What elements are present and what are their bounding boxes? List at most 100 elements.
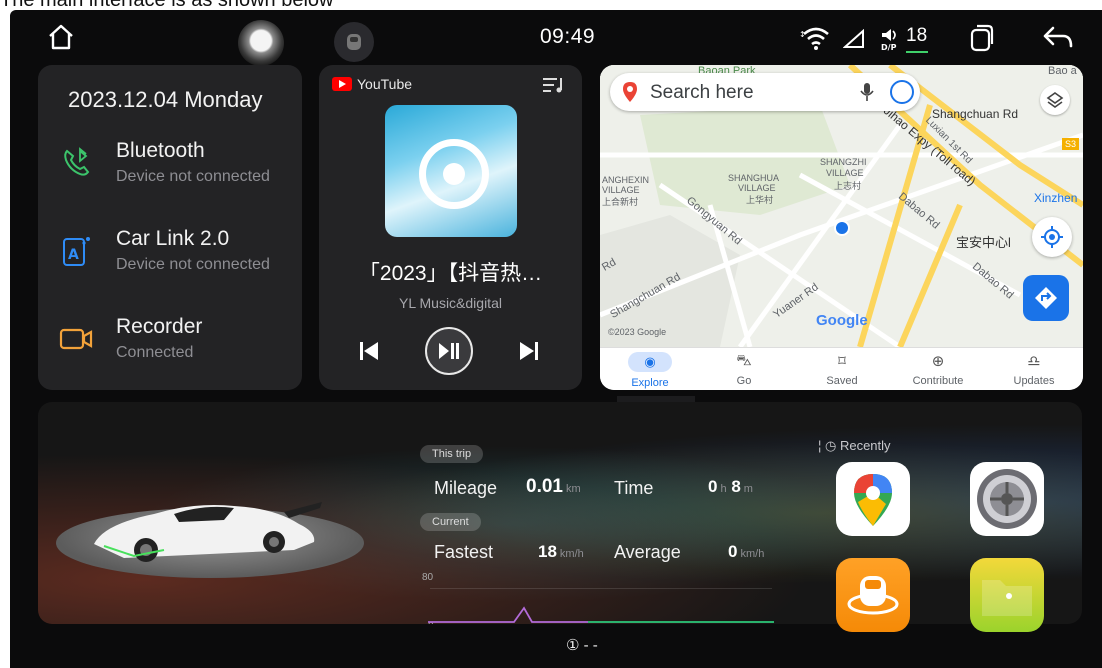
car-model-icon[interactable] (84, 484, 324, 564)
map-label-shanghua2: VILLAGE (738, 183, 776, 193)
car-app-icon[interactable] (836, 558, 910, 632)
carlink-row[interactable]: A Car Link 2.0 Device not connected (58, 227, 298, 287)
settings-app-icon[interactable] (970, 462, 1044, 536)
current-chip: Current (420, 513, 481, 531)
signal-icon (842, 28, 866, 50)
map-label-corner: Bao a (1048, 65, 1077, 77)
tab-contribute-label: Contribute (912, 375, 964, 387)
tab-explore[interactable]: ◉ Explore (610, 352, 690, 389)
map-label-shanghua: SHANGHUA (728, 173, 780, 183)
album-cover[interactable] (385, 105, 517, 237)
map-label-baoan-center: 宝安中心l (956, 235, 1011, 250)
tab-explore-label: Explore (631, 377, 669, 389)
map-view[interactable]: Baoan Park Bao a Shangchuan Rd Jihao Exp… (600, 65, 1083, 347)
maps-app-icon[interactable] (836, 462, 910, 536)
previous-track-button[interactable] (355, 333, 383, 369)
recent-apps-icon[interactable] (968, 23, 996, 53)
play-pause-button[interactable] (425, 327, 473, 375)
layers-button[interactable] (1040, 85, 1070, 115)
tab-saved[interactable]: ⌑ Saved (802, 352, 882, 387)
saved-icon: ⌑ (838, 353, 846, 370)
fastest-label: Fastest (434, 542, 494, 562)
svg-text:↕: ↕ (799, 30, 806, 39)
recorder-title: Recorder (116, 315, 203, 338)
map-label-s3: S3 (1062, 138, 1080, 150)
song-title: 「2023」【抖音热… (358, 262, 543, 285)
youtube-logo-icon (332, 77, 352, 91)
recently-title: ¦ ◷ Recently (818, 438, 891, 453)
map-label-shangzhi3: 上志村 (834, 181, 862, 191)
map-label-shanghua3: 上华村 (746, 195, 774, 205)
connectivity-card: 2023.12.04 Monday Bluetooth Device not c… (38, 65, 302, 390)
volume-sublabel: D/P (881, 43, 897, 51)
caption-text: The main interface is as shown below (0, 0, 334, 11)
map-label-shangzhi2: VILLAGE (826, 168, 864, 178)
page-indicator[interactable]: ① - - (566, 636, 598, 654)
speed-chart-max: 80 (422, 572, 434, 583)
map-label-xinzhen: Xinzhen (1034, 191, 1078, 205)
my-location-icon (1041, 226, 1063, 248)
map-bottom-tabs: ◉ Explore ⛍ Go ⌑ Saved ⊕ Contribute ♎ Up… (600, 347, 1083, 390)
carlink-icon: A (58, 233, 94, 269)
map-label-anghexin: ANGHEXIN (602, 175, 650, 185)
layers-icon (1046, 92, 1064, 108)
map-label-shangzhi: SHANGZHI (820, 157, 867, 167)
bluetooth-title: Bluetooth (116, 139, 205, 162)
go-icon: ⛍ (736, 352, 752, 369)
play-pause-icon (439, 343, 459, 359)
back-icon[interactable] (1040, 22, 1076, 54)
map-label-road1: Shangchuan Rd (932, 107, 1019, 121)
this-trip-chip: This trip (420, 445, 484, 463)
tab-saved-label: Saved (826, 375, 858, 387)
car-mini-icon[interactable] (334, 22, 374, 62)
dashboard-bottom: This trip Mileage 0.01 km Time 0h 8m Curr… (38, 402, 1082, 624)
files-app-icon[interactable] (970, 558, 1044, 632)
head-unit-screen: 09:49 ↕ D/P 18 2023.12.04 Monday Bluetoo… (10, 10, 1102, 668)
assistant-orb-icon[interactable] (238, 20, 284, 66)
my-location-button[interactable] (1032, 217, 1072, 257)
playlist-icon[interactable] (541, 75, 565, 95)
tab-updates[interactable]: ♎ Updates (994, 352, 1074, 387)
tab-go-label: Go (736, 375, 752, 387)
directions-button[interactable] (1023, 275, 1069, 321)
carlink-title: Car Link 2.0 (116, 227, 230, 250)
tab-go[interactable]: ⛍ Go (704, 352, 784, 387)
volume-indicator[interactable]: D/P 18 (880, 24, 942, 54)
bluetooth-status: Device not connected (116, 168, 270, 185)
speed-trend-line (428, 606, 774, 623)
date-label: 2023.12.04 Monday (68, 87, 263, 112)
next-track-button[interactable] (515, 333, 543, 369)
bluetooth-row[interactable]: Bluetooth Device not connected (58, 139, 298, 199)
cover-dot (443, 163, 465, 185)
svg-text:A: A (68, 247, 79, 263)
account-icon[interactable] (890, 80, 914, 104)
mileage-label: Mileage (434, 478, 498, 498)
bluetooth-phone-icon (58, 145, 94, 181)
music-card: YouTube 「2023」【抖音热… YL Music&digital (319, 65, 582, 390)
recorder-icon (58, 321, 94, 357)
map-search-box[interactable]: Search here (610, 73, 920, 111)
music-source: YouTube (357, 76, 413, 92)
fastest-value: 18 km/h (538, 542, 584, 561)
recorder-status: Connected (116, 344, 194, 361)
wifi-icon: ↕ (798, 24, 834, 52)
recorder-row[interactable]: Recorder Connected (58, 315, 298, 375)
directions-icon (1035, 287, 1057, 309)
map-search-placeholder: Search here (650, 82, 754, 103)
artist-name: YL Music&digital (399, 295, 502, 311)
tab-updates-label: Updates (1013, 375, 1055, 387)
mileage-value: 0.01 km (526, 476, 581, 497)
carlink-status: Device not connected (116, 256, 270, 273)
volume-bar (906, 51, 928, 53)
next-icon (520, 342, 538, 360)
map-card: Baoan Park Bao a Shangchuan Rd Jihao Exp… (600, 65, 1083, 390)
time-label: Time (614, 478, 654, 498)
maps-pin-icon (623, 82, 637, 102)
home-icon[interactable] (44, 20, 78, 54)
contribute-icon: ⊕ (931, 353, 945, 370)
map-label-anghexin2: VILLAGE (602, 185, 640, 195)
clock: 09:49 (540, 25, 596, 48)
previous-icon (360, 342, 378, 360)
map-copyright: ©2023 Google (608, 327, 667, 337)
tab-contribute[interactable]: ⊕ Contribute (898, 352, 978, 387)
